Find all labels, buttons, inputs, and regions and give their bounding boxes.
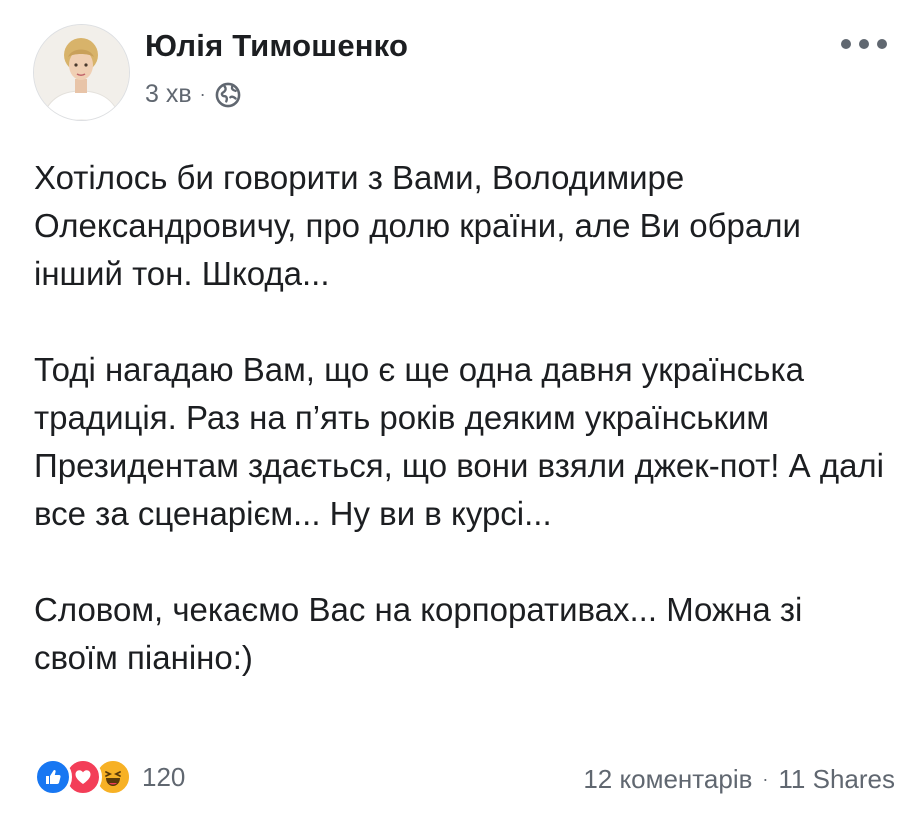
meta-separator: · (199, 84, 206, 104)
more-dot (877, 39, 887, 49)
post-paragraph: Тоді нагадаю Вам, що є ще одна давня укр… (34, 351, 885, 532)
post-timestamp[interactable]: 3 хв (145, 80, 192, 109)
globe-icon[interactable] (214, 81, 242, 109)
post-paragraph: Хотілось би говорити з Вами, Володимире … (34, 159, 801, 292)
reactions-summary[interactable]: 120 (34, 758, 185, 796)
post-stats: 12 коментарів · 11 Shares (583, 764, 895, 795)
author-name[interactable]: Юлія Тимошенко (145, 28, 408, 64)
more-horizontal-icon (841, 39, 851, 49)
facebook-post: Юлія Тимошенко 3 хв · Хотілось би говори… (0, 0, 917, 829)
post-paragraph: Словом, чекаємо Вас на корпоративах... М… (34, 591, 803, 676)
reaction-count: 120 (142, 761, 186, 792)
shares-link[interactable]: 11 Shares (778, 764, 895, 795)
author-photo (34, 25, 129, 120)
post-text: Хотілось би говорити з Вами, Володимире … (34, 154, 894, 682)
more-options-button[interactable] (841, 34, 887, 54)
author-avatar[interactable] (33, 24, 130, 121)
comments-link[interactable]: 12 коментарів (583, 764, 752, 795)
post-meta: 3 хв · (145, 80, 242, 109)
more-dot (859, 39, 869, 49)
like-icon (34, 758, 72, 796)
stats-separator: · (762, 769, 769, 789)
